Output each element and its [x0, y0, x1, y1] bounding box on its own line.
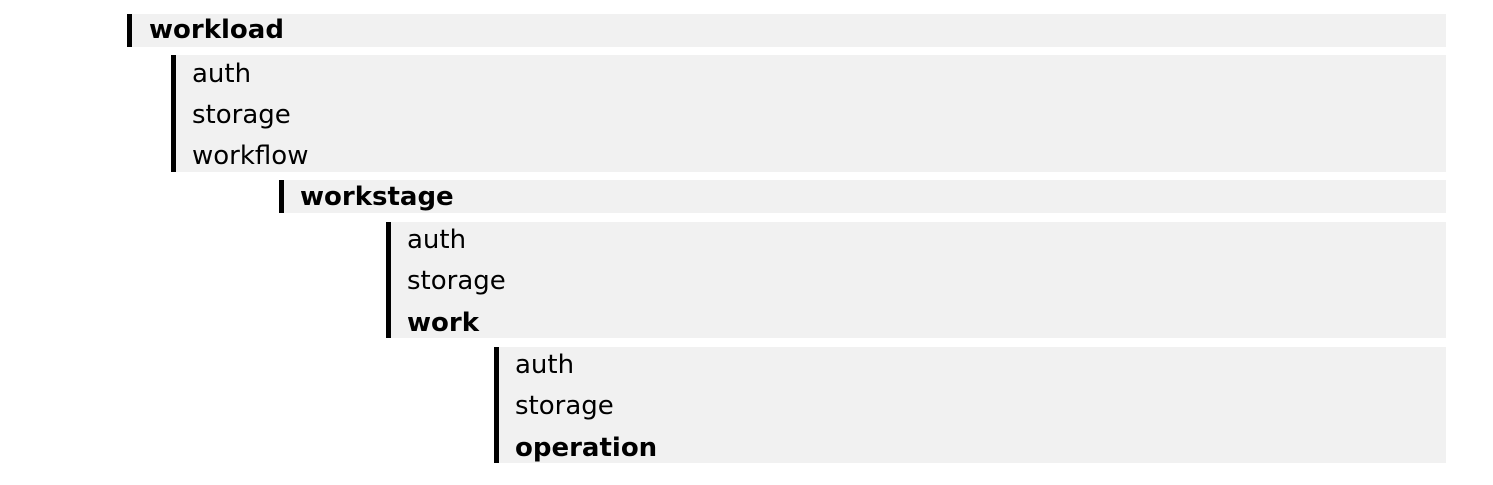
workload-label: workload: [149, 15, 284, 45]
list-item: workflow: [192, 141, 309, 171]
work-children-block: auth storage operation: [494, 347, 1446, 463]
list-item-work: work: [407, 308, 479, 338]
workstage-children-block: auth storage work: [386, 222, 1446, 338]
list-item: auth: [515, 350, 575, 380]
workload-children-block: auth storage workflow: [171, 55, 1446, 172]
list-item: auth: [192, 59, 252, 89]
list-item-operation: operation: [515, 433, 658, 463]
workload-header-block: workload: [127, 14, 1446, 47]
list-item: auth: [407, 225, 467, 255]
list-item: storage: [192, 100, 291, 130]
workstage-header-block: workstage: [279, 180, 1446, 213]
list-item: storage: [515, 391, 614, 421]
workstage-label: workstage: [300, 182, 454, 212]
list-item: storage: [407, 266, 506, 296]
